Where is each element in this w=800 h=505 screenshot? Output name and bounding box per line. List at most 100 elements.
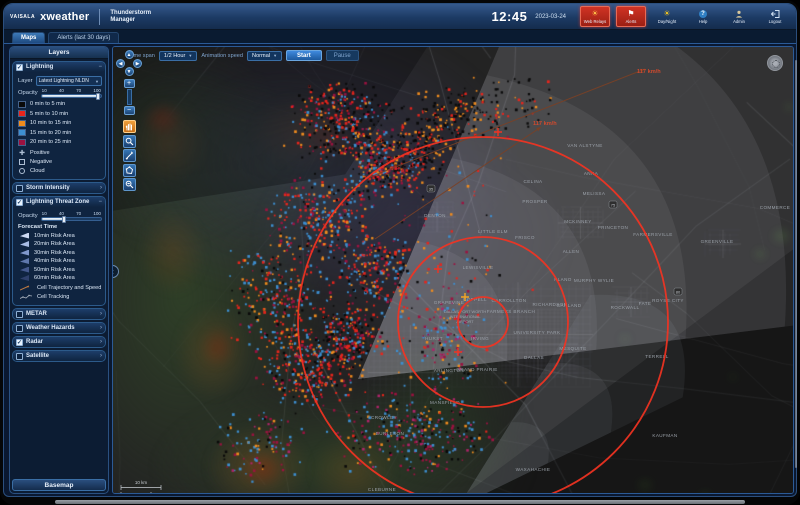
metar-checkbox[interactable] [16, 311, 23, 318]
threat-zone-opacity-slider[interactable]: 10 40 70 100 [41, 211, 102, 221]
pan-right-button[interactable]: ▶ [133, 59, 142, 68]
bezel-highlight [795, 60, 797, 468]
tab-bar: Maps Alerts (last 30 days) [4, 30, 796, 44]
lightning-opacity-slider[interactable]: 10 40 70 100 [41, 88, 102, 98]
threat-zone-panel: ✓ Lightning Threat Zone − Opacity 10 40 [12, 196, 106, 306]
pause-button[interactable]: Pause [326, 50, 359, 61]
cell-trajectory-icon [20, 285, 32, 291]
admin-button[interactable]: Admin [724, 6, 754, 27]
radar-checkbox[interactable]: ✓ [16, 339, 23, 346]
expand-caret-icon[interactable]: › [100, 339, 102, 345]
basemap-button[interactable]: Basemap [12, 479, 106, 491]
zoom-control: + − [124, 79, 135, 115]
top-header: VAISALA xweather Thunderstorm Manager 12… [4, 4, 796, 30]
logout-icon [771, 9, 780, 18]
zoom-in-button[interactable]: + [124, 79, 135, 88]
expand-caret-icon[interactable]: › [100, 311, 102, 317]
animation-speed-label: Animation speed [201, 53, 243, 59]
brand: VAISALA xweather Thunderstorm Manager [10, 9, 151, 25]
weather-hazards-panel: Weather Hazards › [12, 322, 106, 334]
map-city-label: KAUFMAN [652, 433, 677, 438]
map-overview-button[interactable] [767, 55, 783, 71]
map-city-label: VAN ALSTYNE [567, 143, 602, 148]
collapse-caret-icon[interactable]: − [98, 64, 102, 70]
scale-bar-mi [121, 492, 151, 494]
zoom-out-box-tool-button[interactable] [123, 178, 136, 191]
app-window: VAISALA xweather Thunderstorm Manager 12… [3, 3, 797, 497]
radar-header[interactable]: ✓ Radar › [13, 337, 105, 347]
tab-maps[interactable]: Maps [12, 32, 45, 43]
storm-intensity-checkbox[interactable] [16, 185, 23, 192]
satellite-checkbox[interactable] [16, 353, 23, 360]
polygon-tool-button[interactable] [123, 164, 136, 177]
expand-caret-icon[interactable]: › [100, 185, 102, 191]
tab-alerts[interactable]: Alerts (last 30 days) [48, 32, 119, 43]
day-night-button[interactable]: ☀ Day/Night [652, 6, 682, 27]
legend-row: 20 min to 25 min [18, 139, 102, 146]
xweather-logo: xweather [40, 11, 89, 23]
pan-down-button[interactable]: ▼ [125, 67, 134, 76]
magnifier-minus-icon [125, 180, 134, 189]
expand-caret-icon[interactable]: › [100, 325, 102, 331]
lightning-layer-dropdown[interactable]: Latest Lightning NLDN ▼ [36, 76, 102, 86]
threat-zone-checkbox[interactable]: ✓ [16, 199, 23, 206]
lightning-panel: ✓ Lightning − Layer Latest Lightning NLD… [12, 61, 106, 180]
animation-speed-dropdown[interactable]: Normal ▼ [247, 51, 282, 61]
cell-speed-label: 117 km/h [637, 69, 661, 75]
threat-zone-header[interactable]: ✓ Lightning Threat Zone − [13, 197, 105, 207]
metar-header[interactable]: METAR › [13, 309, 105, 319]
risk-fan-icon [20, 233, 29, 239]
zoom-out-button[interactable]: − [124, 106, 135, 115]
legend-row: 10 min to 15 min [18, 120, 102, 127]
strike-plus-marker [454, 348, 462, 356]
alerts-button[interactable]: ⚑ Alerts [616, 6, 646, 27]
map-city-label: MELISSA [583, 191, 606, 196]
legend-row: 5 min to 10 min [18, 110, 102, 117]
pan-left-button[interactable]: ◀ [116, 59, 125, 68]
map-city-label: MCKINNEY [564, 219, 591, 224]
layer-label: Layer [18, 78, 33, 84]
map-city-label: PROSPER [522, 199, 548, 204]
forecast-time-label: Forecast Time [18, 224, 102, 230]
risk-fan-icon [20, 258, 29, 264]
logout-button[interactable]: Logout [760, 6, 790, 27]
lightning-checkbox[interactable]: ✓ [16, 64, 23, 71]
measure-tool-button[interactable] [123, 149, 136, 162]
zoom-box-tool-button[interactable] [123, 135, 136, 148]
risk-area-row: 10min Risk Area [20, 233, 102, 239]
help-button[interactable]: ? Help [688, 6, 718, 27]
expand-caret-icon[interactable]: › [100, 353, 102, 359]
collapse-caret-icon[interactable]: − [98, 199, 102, 205]
cell-speed-label: 117 km/h [533, 121, 557, 127]
magnifier-icon [125, 137, 134, 146]
map-city-label: CELINA [524, 179, 544, 184]
map-city-label: CLEBURNE [368, 487, 396, 492]
weather-hazards-header[interactable]: Weather Hazards › [13, 323, 105, 333]
start-button[interactable]: Start [286, 50, 322, 61]
pan-up-button[interactable]: ▲ [125, 50, 134, 59]
zoom-slider[interactable] [127, 89, 132, 105]
opacity-label: Opacity [18, 90, 38, 96]
map-city-label: ARLINGTON [434, 368, 464, 373]
storm-intensity-header[interactable]: Storm Intensity › [13, 183, 105, 193]
weather-hazards-checkbox[interactable] [16, 325, 23, 332]
opacity-label: Opacity [18, 213, 38, 219]
storm-intensity-panel: Storm Intensity › [12, 182, 106, 194]
pan-control: ▲ ◀ ▶ ▼ [116, 50, 142, 76]
map-tools [123, 120, 136, 191]
slider-knob[interactable] [62, 216, 66, 223]
time-span-dropdown[interactable]: 1/2 Hour ▼ [159, 51, 197, 61]
lightning-panel-header[interactable]: ✓ Lightning − [13, 62, 105, 72]
vaisala-logo: VAISALA [10, 14, 35, 20]
satellite-header[interactable]: Satellite › [13, 351, 105, 361]
scale-km-label: 10 km [135, 480, 148, 485]
web-relays-button[interactable]: ☀ Web Relays [580, 6, 610, 27]
map-city-label: COMMERCE [760, 205, 791, 210]
help-icon: ? [699, 9, 707, 18]
pan-tool-button[interactable] [123, 120, 136, 133]
trajectory-arrowhead [536, 127, 541, 131]
risk-area-row: 50min Risk Area [20, 267, 102, 273]
legend-row: 15 min to 20 min [18, 129, 102, 136]
slider-knob[interactable] [96, 93, 100, 100]
map-container[interactable]: DENTONCELINAANNAMELISSAPROSPERVAN ALSTYN… [112, 46, 794, 494]
